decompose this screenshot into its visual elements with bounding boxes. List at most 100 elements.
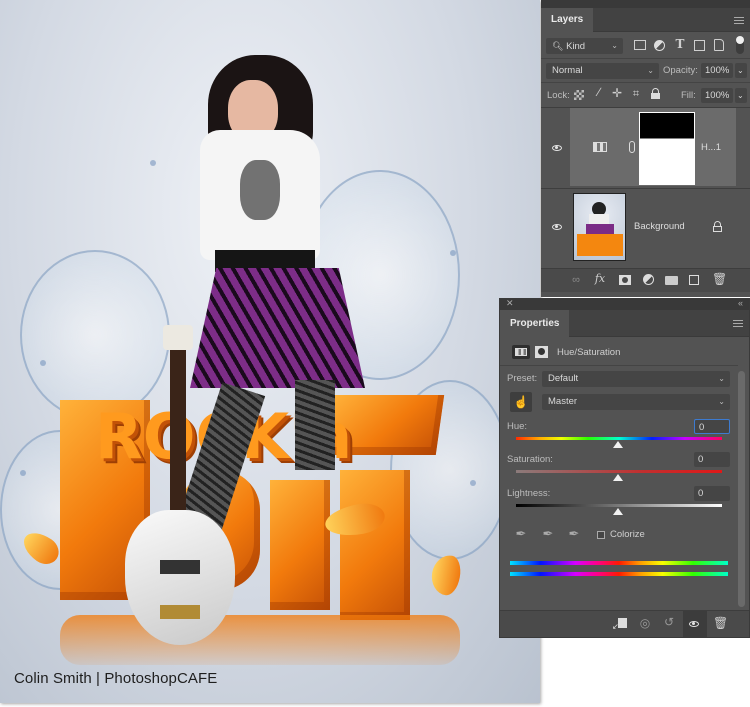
hue-input[interactable]: 0 <box>694 419 730 434</box>
lock-image-pixels-icon[interactable]: ∕ <box>593 86 605 98</box>
letter-reflection <box>60 615 460 665</box>
visibility-eye-icon[interactable] <box>552 145 562 151</box>
hue-slider-thumb[interactable] <box>613 441 623 448</box>
link-layers-icon[interactable]: ∞ <box>569 274 583 286</box>
visibility-eye-icon <box>689 621 699 627</box>
fx-icon[interactable]: fx <box>593 273 607 285</box>
saturation-slider-track[interactable] <box>516 470 722 473</box>
credit-text: Colin Smith | PhotoshopCAFE <box>14 670 218 687</box>
guitar-bridge <box>160 605 200 619</box>
chevron-down-icon: ⌄ <box>718 374 725 383</box>
lightness-label: Lightness: <box>507 488 551 499</box>
opacity-input[interactable]: 100% <box>701 63 733 78</box>
filter-kind-value: Kind <box>566 41 586 52</box>
water-drop <box>20 470 26 476</box>
toggle-visibility-button[interactable] <box>683 611 707 637</box>
mask-link-icon[interactable] <box>629 141 635 153</box>
lock-artboard-icon[interactable]: ⌗ <box>630 88 642 100</box>
input-color-bar <box>510 561 728 565</box>
new-group-icon[interactable] <box>665 276 678 285</box>
tab-layers[interactable]: Layers <box>541 8 594 32</box>
guitar-pickup <box>160 560 200 574</box>
adjustment-properties-tab[interactable] <box>512 345 530 359</box>
type-filter-icon[interactable]: T <box>674 38 686 50</box>
water-drop <box>40 360 46 366</box>
reset-icon[interactable]: ↺ <box>662 616 676 628</box>
filter-kind-dropdown[interactable]: 🔍︎ Kind ⌄ <box>546 38 623 54</box>
opacity-label: Opacity: <box>663 65 698 76</box>
properties-scrollbar[interactable] <box>738 371 745 607</box>
adjustment-title: Hue/Saturation <box>557 347 621 358</box>
shirt-graphic <box>240 160 280 220</box>
new-adjustment-icon[interactable] <box>643 274 654 285</box>
lightness-slider-track[interactable] <box>516 504 722 507</box>
delete-icon[interactable]: 🗑︎ <box>712 273 727 285</box>
lock-position-icon[interactable]: ✛ <box>611 87 623 99</box>
image-filter-icon[interactable] <box>634 40 646 50</box>
fill-input[interactable]: 100% <box>701 88 733 103</box>
lock-transparent-pixels-icon[interactable] <box>574 90 584 100</box>
saturation-input[interactable]: 0 <box>694 452 730 467</box>
layer-locked-icon[interactable] <box>713 221 722 232</box>
document-canvas[interactable]: ROCK'n Colin Smith | PhotoshopCAFE <box>0 0 540 703</box>
layer-mask-thumbnail[interactable] <box>639 112 695 185</box>
mask-properties-tab[interactable] <box>535 346 548 358</box>
preset-dropdown[interactable]: Default ⌄ <box>542 371 730 387</box>
water-drop <box>150 160 156 166</box>
layer-row-background[interactable]: Background <box>541 189 750 266</box>
close-panel-icon[interactable]: ✕ <box>506 298 514 309</box>
fill-label: Fill: <box>681 90 696 101</box>
chevron-down-icon: ⌄ <box>647 66 654 75</box>
layer-name[interactable]: Background <box>634 221 685 232</box>
colorize-label: Colorize <box>610 529 645 540</box>
saturation-slider-thumb[interactable] <box>613 474 623 481</box>
blend-mode-dropdown[interactable]: Normal ⌄ <box>546 63 659 79</box>
visibility-eye-icon[interactable] <box>552 224 562 230</box>
view-previous-state-icon[interactable]: ◎ <box>637 617 653 629</box>
new-layer-icon[interactable] <box>689 275 699 285</box>
output-color-bar <box>510 572 728 576</box>
eyedropper-subtract-icon[interactable]: ✒ <box>567 527 581 540</box>
collapse-panel-icon[interactable]: « <box>738 298 743 308</box>
lock-label: Lock: <box>547 90 570 101</box>
model-leg <box>295 380 335 470</box>
add-mask-icon[interactable] <box>619 275 631 285</box>
channel-value: Master <box>548 396 578 407</box>
eyedropper-add-icon[interactable]: ✒ <box>541 527 555 540</box>
water-drop <box>470 480 476 486</box>
panel-drag-bar[interactable] <box>541 0 750 8</box>
panel-menu-icon[interactable] <box>733 320 743 327</box>
search-icon: 🔍︎ <box>552 41 564 51</box>
properties-panel: ✕ « Properties Hue/Saturation Preset: De… <box>499 298 750 638</box>
opacity-dropdown-button[interactable]: ⌄ <box>735 63 747 78</box>
layer-thumbnail[interactable] <box>573 193 626 261</box>
chevron-down-icon: ⌄ <box>611 41 618 50</box>
layers-panel: Layers 🔍︎ Kind ⌄ T Normal ⌄ Opacity: 100… <box>541 0 750 297</box>
smart-object-filter-icon[interactable] <box>714 39 724 51</box>
shape-filter-icon[interactable] <box>694 40 705 51</box>
layer-row-hue-saturation[interactable]: H...1 <box>541 108 750 188</box>
tab-properties[interactable]: Properties <box>500 310 570 337</box>
water-drop <box>450 250 456 256</box>
channel-dropdown[interactable]: Master ⌄ <box>542 394 730 410</box>
eyedropper-icon[interactable]: ✒ <box>514 527 528 540</box>
colorize-checkbox[interactable] <box>597 531 605 539</box>
saturation-label: Saturation: <box>507 454 553 465</box>
clip-to-layer-icon[interactable]: ↙ <box>612 618 628 631</box>
delete-icon[interactable]: 🗑︎ <box>713 617 728 629</box>
filter-toggle[interactable] <box>736 36 744 54</box>
adjustment-filter-icon[interactable] <box>654 40 665 51</box>
lock-all-icon[interactable] <box>651 88 660 99</box>
hue-slider-track[interactable] <box>516 437 722 440</box>
lightness-slider-thumb[interactable] <box>613 508 623 515</box>
fill-dropdown-button[interactable]: ⌄ <box>735 88 747 103</box>
layer-name[interactable]: H...1 <box>701 142 721 153</box>
hue-label: Hue: <box>507 421 528 432</box>
chevron-down-icon: ⌄ <box>718 397 725 406</box>
panel-drag-bar[interactable]: ✕ « <box>500 298 749 310</box>
lightness-input[interactable]: 0 <box>694 486 730 501</box>
panel-menu-icon[interactable] <box>734 17 744 24</box>
letter-block-l2 <box>340 470 410 620</box>
targeted-adjustment-hand-icon[interactable]: ☝ <box>510 392 532 412</box>
guitar-headstock <box>163 325 193 350</box>
